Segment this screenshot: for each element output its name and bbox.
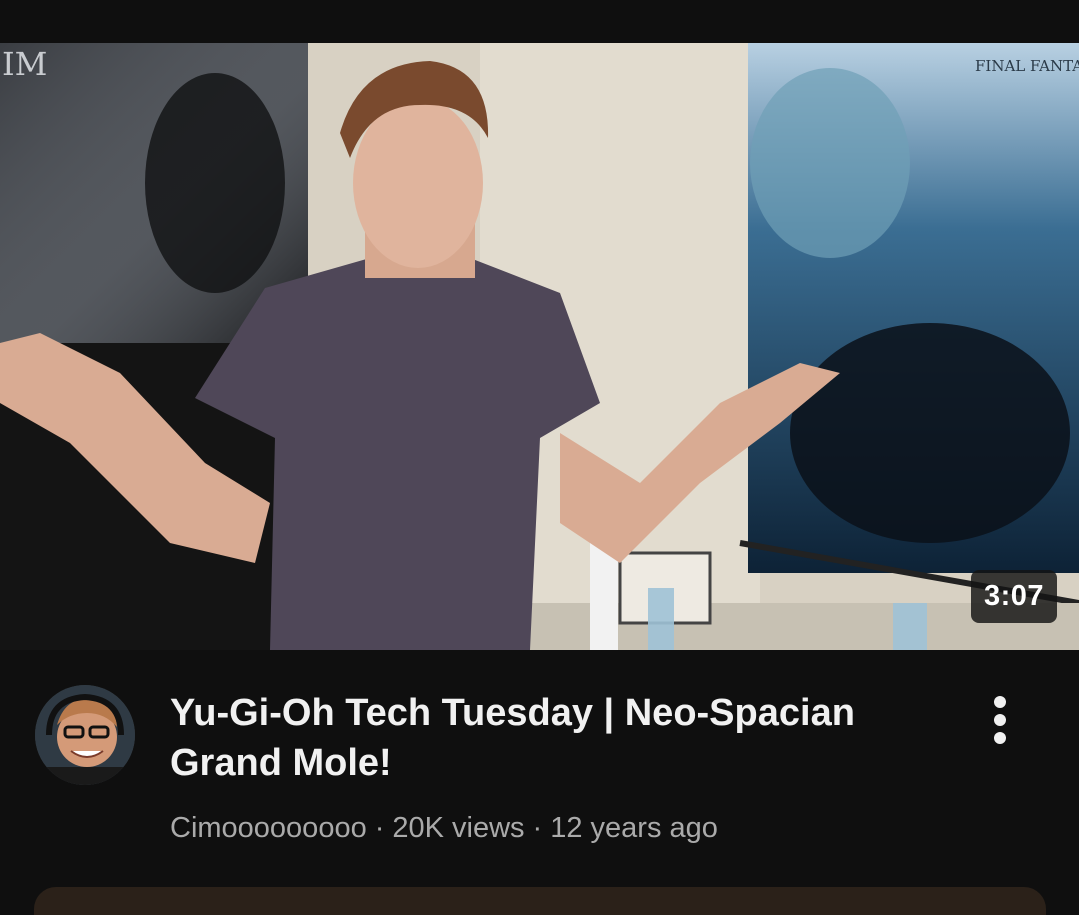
dot <box>994 714 1006 726</box>
next-item-card[interactable] <box>34 887 1046 915</box>
dot <box>994 696 1006 708</box>
video-feed-item: IM FINAL FANTASY 3:07 <box>0 0 1079 915</box>
separator-dot: · <box>374 812 385 844</box>
top-strip <box>0 0 1079 43</box>
channel-name[interactable]: Cimooooooooo <box>170 812 367 844</box>
video-metadata: Cimooooooooo · 20K views · 12 years ago <box>170 812 718 845</box>
video-details: Yu-Gi-Oh Tech Tuesday | Neo-Spacian Gran… <box>0 650 1079 880</box>
view-count: 20K views <box>392 812 525 844</box>
avatar-image <box>35 685 135 785</box>
video-thumbnail[interactable]: IM FINAL FANTASY 3:07 <box>0 43 1079 650</box>
more-vert-icon[interactable] <box>974 690 1026 750</box>
upload-age: 12 years ago <box>550 812 718 844</box>
separator-dot: · <box>532 812 543 844</box>
poster-right-text: FINAL FANTASY <box>975 57 1079 75</box>
duration-badge: 3:07 <box>970 570 1057 623</box>
poster-left-text: IM <box>2 45 47 83</box>
dot <box>994 732 1006 744</box>
video-title[interactable]: Yu-Gi-Oh Tech Tuesday | Neo-Spacian Gran… <box>170 688 950 788</box>
channel-avatar[interactable] <box>35 685 135 785</box>
thumbnail-image: IM FINAL FANTASY <box>0 43 1079 650</box>
